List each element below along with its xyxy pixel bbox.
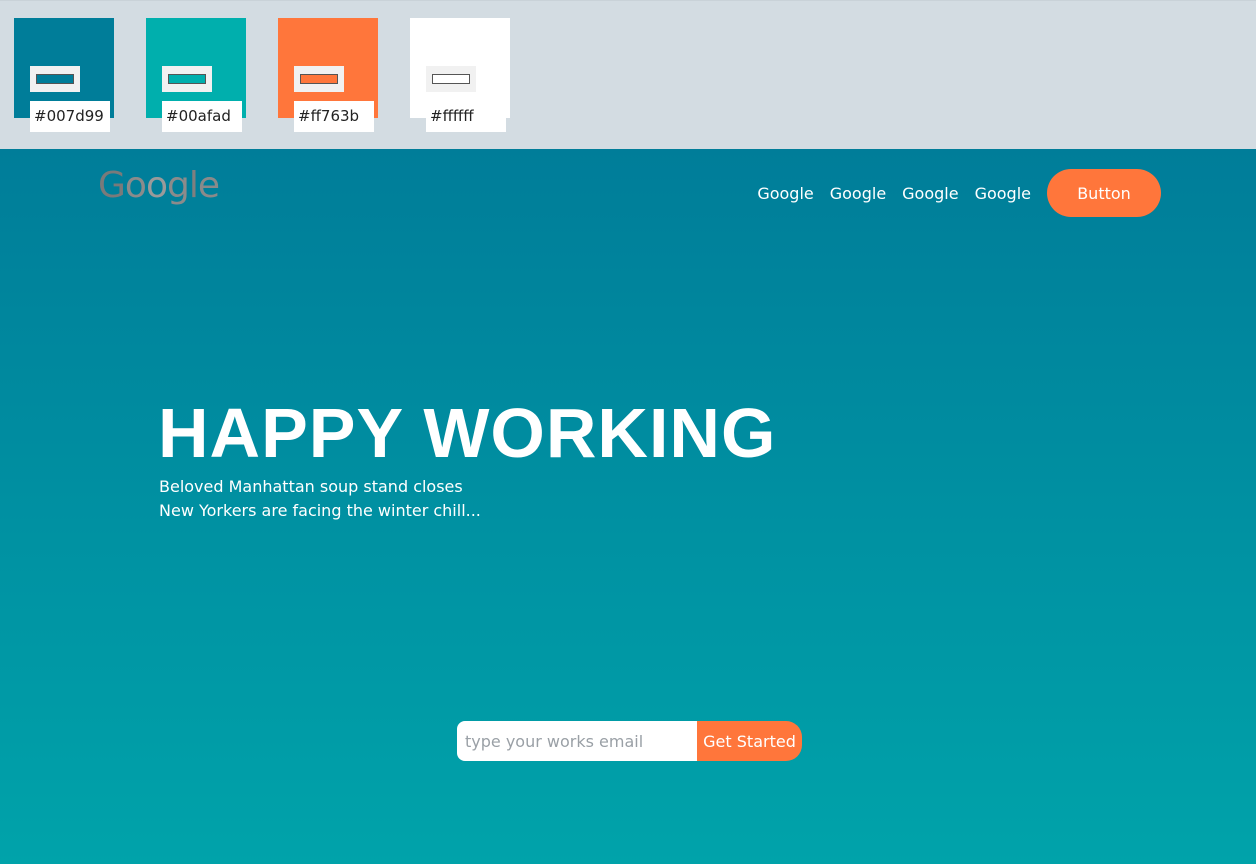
swatch-secondary: #00afad (146, 18, 246, 132)
logo-letter: g (166, 165, 190, 206)
swatch-chip (30, 66, 80, 92)
swatch-hex-label: #00afad (162, 101, 242, 132)
hero-subtitle: Beloved Manhattan soup stand closes New … (159, 475, 481, 523)
color-palette: #007d99 #00afad #ff763b #ffffff (0, 0, 1256, 149)
swatch-chip (294, 66, 344, 92)
swatch-hex-label: #ffffff (426, 101, 506, 132)
email-input[interactable] (457, 721, 697, 761)
logo-letter: l (188, 165, 199, 206)
swatch-light: #ffffff (410, 18, 510, 132)
hero-subtitle-line-2: New Yorkers are facing the winter chill.… (159, 501, 481, 520)
nav-link-4[interactable]: Google (975, 184, 1031, 203)
signup-form: Get Started (457, 721, 802, 761)
nav-link-1[interactable]: Google (757, 184, 813, 203)
hero-subtitle-line-1: Beloved Manhattan soup stand closes (159, 477, 463, 496)
hero-section: Google Google Google Google Google Butto… (0, 149, 1256, 864)
hero-headline: HAPPY WORKING (158, 394, 777, 472)
logo-letter: o (145, 165, 168, 206)
nav-link-2[interactable]: Google (830, 184, 886, 203)
swatch-chip (426, 66, 476, 92)
get-started-button[interactable]: Get Started (697, 721, 802, 761)
swatch-accent: #ff763b (278, 18, 378, 132)
logo-letter: o (124, 165, 147, 206)
logo-letter: e (197, 165, 220, 206)
swatch-hex-label: #ff763b (294, 101, 374, 132)
swatch-chip (162, 66, 212, 92)
top-nav: Google Google Google Google Button (741, 169, 1161, 217)
header-cta-button[interactable]: Button (1047, 169, 1161, 217)
swatch-hex-label: #007d99 (30, 101, 110, 132)
swatch-primary: #007d99 (14, 18, 114, 132)
nav-link-3[interactable]: Google (902, 184, 958, 203)
logo[interactable]: Google (98, 165, 220, 206)
logo-letter: G (98, 165, 126, 206)
